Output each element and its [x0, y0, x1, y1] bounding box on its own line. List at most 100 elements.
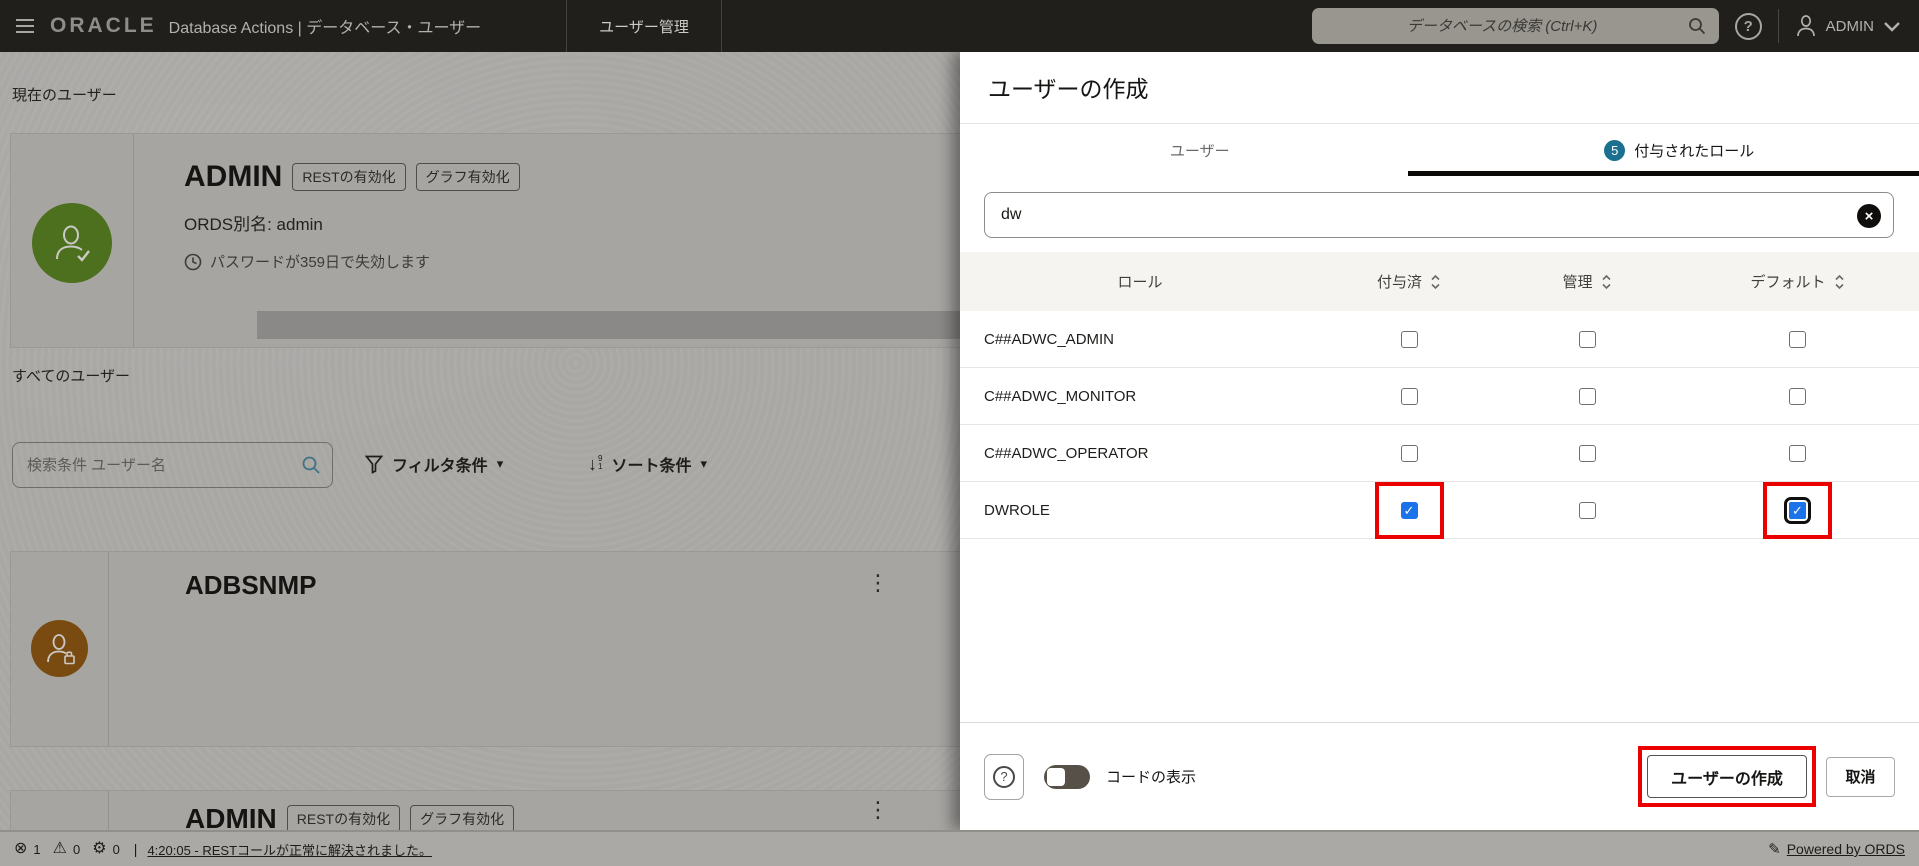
- user-card-name: ADMIN: [185, 803, 277, 830]
- default-checkbox[interactable]: [1789, 330, 1806, 348]
- granted-checkbox[interactable]: [1400, 444, 1418, 462]
- filter-funnel-icon: [365, 455, 383, 474]
- separator: |: [133, 841, 138, 857]
- top-bar: ORACLE Database Actions | データベース・ユーザー ユー…: [0, 0, 1919, 52]
- table-row: DWROLE ✓ ✓: [960, 482, 1919, 539]
- role-search: ×: [984, 192, 1894, 238]
- sort-chevrons-icon: [1834, 274, 1844, 289]
- error-counter[interactable]: ⊗ 1: [14, 841, 41, 857]
- sort-chevrons-icon: [1601, 274, 1611, 289]
- create-user-panel: ユーザーの作成 ユーザー 5 付与されたロール × ロール 付与済: [960, 52, 1919, 830]
- sort-icon: ↓ 9 1: [588, 454, 603, 474]
- all-users-label: すべてのユーザー: [12, 368, 131, 385]
- warning-icon: ⚠: [52, 840, 67, 857]
- role-name: DWROLE: [984, 502, 1050, 519]
- user-search-input[interactable]: [13, 443, 332, 487]
- clock-icon: [184, 253, 202, 270]
- column-header-granted[interactable]: 付与済: [1320, 271, 1498, 292]
- chevron-down-icon: [1884, 21, 1900, 32]
- create-user-annotation-box: ユーザーの作成: [1638, 746, 1816, 807]
- tab-user-management[interactable]: ユーザー管理: [566, 0, 722, 52]
- kebab-menu-icon[interactable]: ⋮: [867, 572, 889, 594]
- status-bar: ⊗ 1 ⚠ 0 ⚙ 0 | 4:20:05 - RESTコールが正常に解決されま…: [0, 830, 1919, 866]
- avatar-column: [11, 791, 109, 830]
- column-header-role[interactable]: ロール: [960, 271, 1320, 292]
- help-button[interactable]: ?: [984, 753, 1024, 800]
- caret-down-icon: ▾: [700, 456, 707, 471]
- user-menu[interactable]: ADMIN: [1795, 14, 1901, 38]
- database-search-input[interactable]: [1311, 8, 1719, 44]
- caret-down-icon: ▾: [496, 456, 504, 471]
- graph-enabled-badge: グラフ有効化: [415, 163, 520, 191]
- granted-checkbox[interactable]: [1400, 330, 1418, 348]
- kebab-menu-icon[interactable]: ⋮: [867, 799, 889, 821]
- oracle-logo: ORACLE: [50, 14, 157, 37]
- filter-button[interactable]: フィルタ条件 ▾: [365, 452, 503, 476]
- granted-checkbox[interactable]: [1400, 387, 1418, 405]
- admin-checkbox[interactable]: [1578, 444, 1596, 462]
- sort-label: ソート条件: [611, 458, 692, 475]
- panel-title: ユーザーの作成: [988, 76, 1149, 102]
- password-expiry-note: パスワードが359日で失効します: [210, 254, 431, 271]
- panel-footer: ? コードの表示 ユーザーの作成 取消: [960, 722, 1919, 830]
- default-checkbox[interactable]: [1789, 387, 1806, 405]
- graph-enabled-badge: グラフ有効化: [410, 805, 515, 830]
- current-user-label: 現在のユーザー: [12, 87, 117, 104]
- horizontal-scrollbar[interactable]: [257, 311, 1057, 339]
- topbar-divider: [1777, 9, 1779, 43]
- table-row: C##ADWC_OPERATOR: [960, 425, 1919, 482]
- database-search: [1311, 8, 1719, 44]
- role-search-input[interactable]: [985, 193, 1893, 237]
- granted-checkbox[interactable]: ✓: [1400, 502, 1418, 519]
- help-icon[interactable]: ?: [1734, 12, 1762, 40]
- clear-search-icon[interactable]: ×: [1857, 204, 1881, 228]
- person-icon: [1796, 15, 1815, 37]
- rest-enabled-badge: RESTの有効化: [286, 805, 401, 830]
- person-lock-icon: [46, 633, 75, 664]
- avatar-column: [11, 134, 134, 347]
- active-tab-underline: [1408, 171, 1919, 176]
- status-message-link[interactable]: 4:20:05 - RESTコールが正常に解決されました。: [147, 840, 432, 859]
- create-user-button[interactable]: ユーザーの作成: [1647, 755, 1807, 798]
- avatar-column: [11, 552, 109, 746]
- gear-icon: ⚙: [92, 840, 107, 857]
- app-title: Database Actions | データベース・ユーザー: [168, 20, 482, 37]
- gear-counter[interactable]: ⚙ 0: [92, 841, 120, 857]
- show-code-toggle[interactable]: [1044, 764, 1090, 789]
- table-row: C##ADWC_MONITOR: [960, 368, 1919, 425]
- roles-table: ロール 付与済 管理 デフォルト C##ADWC_ADMIN C##ADWC_M…: [960, 252, 1919, 539]
- user-search: [12, 442, 333, 488]
- pencil-icon: ✎: [1768, 841, 1781, 858]
- powered-by-ords-link[interactable]: Powered by ORDS: [1787, 841, 1905, 857]
- column-header-admin[interactable]: 管理: [1498, 271, 1676, 292]
- admin-checkbox[interactable]: [1578, 330, 1596, 348]
- tab-user[interactable]: ユーザー: [960, 124, 1440, 176]
- column-header-default[interactable]: デフォルト: [1676, 271, 1919, 292]
- avatar: [32, 203, 112, 283]
- admin-checkbox[interactable]: [1578, 502, 1596, 519]
- roles-table-header: ロール 付与済 管理 デフォルト: [960, 252, 1919, 311]
- count-badge: 5: [1604, 139, 1626, 161]
- default-checkbox[interactable]: [1789, 444, 1806, 462]
- filter-label: フィルタ条件: [392, 458, 488, 475]
- person-check-icon: [56, 225, 90, 262]
- tab-granted-roles[interactable]: 5 付与されたロール: [1440, 124, 1919, 176]
- user-card-name: ADBSNMP: [185, 570, 317, 600]
- help-icon: ?: [993, 765, 1015, 788]
- admin-checkbox[interactable]: [1578, 387, 1596, 405]
- search-icon: [302, 456, 320, 474]
- sort-chevrons-icon: [1431, 274, 1440, 289]
- search-icon: [1688, 18, 1705, 35]
- table-row: C##ADWC_ADMIN: [960, 311, 1919, 368]
- error-icon: ⊗: [14, 840, 28, 857]
- role-name: C##ADWC_ADMIN: [984, 330, 1115, 348]
- avatar-locked: [31, 620, 88, 677]
- user-name: ADMIN: [1825, 17, 1874, 35]
- default-checkbox[interactable]: ✓: [1784, 497, 1811, 524]
- hamburger-menu-icon[interactable]: [0, 0, 50, 52]
- warning-counter[interactable]: ⚠ 0: [53, 841, 81, 857]
- show-code-label: コードの表示: [1106, 769, 1197, 786]
- user-card-name: ADMIN: [184, 160, 283, 193]
- sort-button[interactable]: ↓ 9 1 ソート条件 ▾: [588, 452, 707, 476]
- cancel-button[interactable]: 取消: [1826, 756, 1895, 797]
